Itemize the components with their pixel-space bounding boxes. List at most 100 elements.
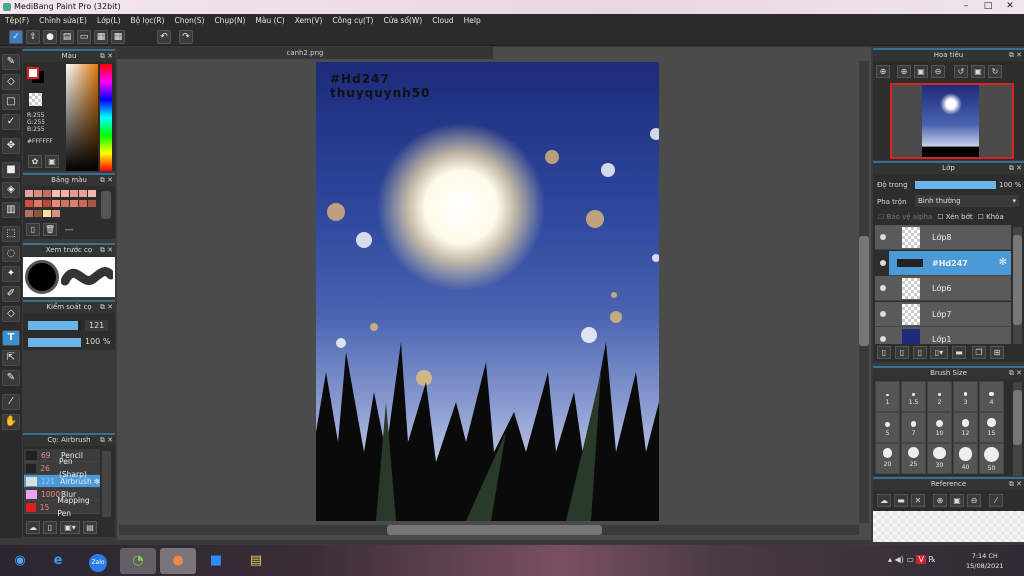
rectangle-tool-icon[interactable]: □ (2, 94, 20, 110)
horizontal-scrollbar[interactable] (119, 525, 859, 535)
magic-wand-icon[interactable]: ✦ (2, 266, 20, 282)
visibility-eye-icon[interactable] (880, 259, 886, 266)
flip-icon[interactable]: ▣ (971, 65, 985, 78)
zoom-out-icon[interactable]: ⊖ (931, 65, 945, 78)
brush-size-option[interactable]: 40 (953, 443, 978, 474)
cloud-icon[interactable]: ✓ (9, 30, 23, 44)
rotate-right-icon[interactable]: ↻ (988, 65, 1002, 78)
palette-swatch[interactable] (70, 190, 78, 197)
tray-icons[interactable]: ▴ ◀) ▭ V ℞ (888, 555, 936, 564)
brush-size-value[interactable]: 121 (85, 320, 109, 331)
zoom-actual-icon[interactable]: ⊕ (876, 65, 890, 78)
file-explorer-icon[interactable]: ▤ (238, 548, 274, 574)
palette-swatch[interactable] (43, 190, 51, 197)
lasso-tool-icon[interactable]: ◌ (2, 246, 20, 262)
comment-icon[interactable]: ● (43, 30, 57, 44)
menu-help[interactable]: Help (464, 14, 481, 28)
panel-close-icon[interactable]: ⧉ ✕ (1009, 50, 1022, 61)
divide-tool-icon[interactable]: ✎ (2, 370, 20, 386)
visibility-eye-icon[interactable] (880, 285, 886, 291)
menu-capture[interactable]: Chụp(N) (214, 14, 245, 28)
palette-swatch[interactable] (25, 190, 33, 197)
start-button-icon[interactable]: ◉ (2, 548, 38, 574)
layer-item[interactable]: Lớp7 (875, 301, 1011, 327)
brush-settings-gear-icon[interactable]: ✻ (94, 475, 100, 488)
palette-swatch[interactable] (34, 200, 42, 207)
hue-slider[interactable] (100, 64, 112, 171)
panel-close-icon[interactable]: ⧉ ✕ (100, 175, 113, 186)
ref-eyedropper-icon[interactable]: ⁄ (989, 494, 1003, 507)
cloud-brush-icon[interactable]: ☁ (26, 521, 40, 534)
brush-size-scrollbar[interactable] (1013, 382, 1022, 476)
redo-button[interactable]: ↷ (179, 30, 193, 44)
add-layer-dropdown-icon[interactable]: ▯▾ (930, 346, 948, 359)
clip-checkbox[interactable]: ☐ Xén bớt (937, 213, 972, 221)
new-layer-8bit-icon[interactable]: ▯ (895, 346, 909, 359)
ref-zoom-in-icon[interactable]: ⊕ (933, 494, 947, 507)
brush-size-option[interactable]: 25 (901, 443, 926, 474)
panel-close-icon[interactable]: ⧉ ✕ (100, 435, 113, 446)
brush-size-option[interactable]: 4 (979, 381, 1004, 412)
visibility-eye-icon[interactable] (880, 310, 886, 317)
check-tool-icon[interactable]: ✓ (2, 114, 20, 130)
protect-alpha-checkbox[interactable]: ☐ Bảo vệ alpha (878, 213, 932, 221)
brush-size-option[interactable]: 2 (927, 381, 952, 412)
close-reference-icon[interactable]: ✕ (911, 494, 925, 507)
brush-item[interactable]: 26 Pen (Sharp) (24, 457, 100, 479)
navigator-viewport[interactable] (890, 83, 1014, 159)
brush-list-scrollbar[interactable] (102, 451, 111, 517)
fill-rect-tool-icon[interactable]: ■ (2, 162, 20, 178)
brush-size-option[interactable]: 3 (953, 381, 978, 412)
brush-settings-icon[interactable]: ▤ (83, 521, 97, 534)
brush-size-option[interactable]: 50 (979, 443, 1004, 474)
undo-button[interactable]: ↶ (157, 30, 171, 44)
brush-size-option[interactable]: 15 (979, 412, 1004, 443)
panel-close-icon[interactable]: ⧉ ✕ (100, 51, 113, 62)
delete-palette-icon[interactable]: 🗑 (43, 223, 57, 236)
ref-fit-icon[interactable]: ▣ (950, 494, 964, 507)
palette-scrollbar[interactable] (101, 191, 111, 219)
brush-options-icon[interactable]: ▣▾ (60, 521, 80, 534)
menu-filter[interactable]: Bộ lọc(R) (131, 14, 165, 28)
layer-item[interactable]: Lớp6 (875, 276, 1011, 301)
menu-edit[interactable]: Chỉnh sửa(E) (39, 14, 87, 28)
palette-swatch[interactable] (43, 210, 51, 217)
zoom-in-icon[interactable]: ⊕ (897, 65, 911, 78)
panel-close-icon[interactable]: ⧉ ✕ (100, 302, 113, 313)
ie-icon[interactable]: e (40, 548, 76, 574)
panel-close-icon[interactable]: ⧉ ✕ (1009, 479, 1022, 490)
clock[interactable]: 7:14 CH 15/08/2021 (966, 551, 1003, 571)
layer-item[interactable]: Lớp1 (875, 327, 1011, 344)
palette-swatch[interactable] (52, 210, 60, 217)
palette-icon[interactable]: ✿ (28, 155, 42, 168)
blend-mode-select[interactable]: Bình thường ▾ (915, 195, 1019, 207)
brush-size-option[interactable]: 12 (953, 412, 978, 443)
brush-size-option[interactable]: 10 (927, 412, 952, 443)
grid-icon[interactable]: ▦ (111, 30, 125, 44)
layer-settings-gear-icon[interactable]: ✻ (999, 257, 1007, 268)
palette-swatch[interactable] (79, 200, 87, 207)
brush-item[interactable]: 121 Airbrush ✻ (24, 475, 100, 488)
layer-opacity-slider[interactable] (915, 181, 996, 189)
palette-swatch[interactable] (61, 200, 69, 207)
visibility-eye-icon[interactable] (880, 234, 886, 240)
fit-icon[interactable]: ▣ (914, 65, 928, 78)
palette-swatch[interactable] (43, 200, 51, 207)
palette-swatch[interactable] (61, 190, 69, 197)
maximize-button[interactable]: □ (977, 0, 999, 14)
hand-tool-icon[interactable]: ✋ (2, 414, 20, 430)
operation-tool-icon[interactable]: ⇱ (2, 350, 20, 366)
palette-swatch[interactable] (70, 200, 78, 207)
cloud-open-icon[interactable]: ☁ (877, 494, 891, 507)
palette-swatch[interactable] (79, 190, 87, 197)
panel-close-icon[interactable]: ⧉ ✕ (100, 245, 113, 256)
brush-size-option[interactable]: 1 (875, 381, 900, 412)
upload-icon[interactable]: ⇪ (26, 30, 40, 44)
medibang-icon[interactable]: ● (160, 548, 196, 574)
reference-view[interactable] (873, 511, 1024, 542)
folder-icon[interactable]: ▬ (952, 346, 966, 359)
brush-size-option[interactable]: 7 (901, 412, 926, 443)
zoom-app-icon[interactable]: ■ (198, 548, 234, 574)
select-eraser-icon[interactable]: ◇ (2, 306, 20, 322)
brush-size-option[interactable]: 30 (927, 443, 952, 474)
